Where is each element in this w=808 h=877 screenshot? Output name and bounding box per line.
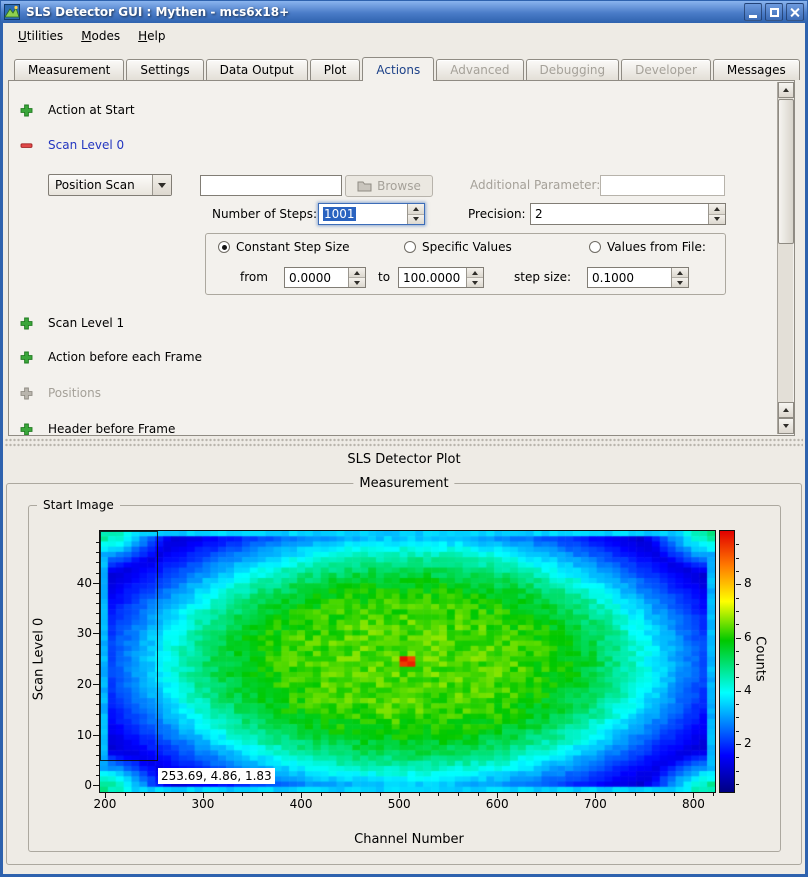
spin-up-down-buttons[interactable] [407, 204, 424, 224]
tab-actions[interactable]: Actions [362, 57, 434, 81]
tab-label: Data Output [220, 63, 294, 77]
scan-mode-combobox[interactable]: Position Scan [48, 174, 172, 196]
tab-label: Developer [635, 63, 697, 77]
specific-values-label[interactable]: Specific Values [422, 240, 512, 255]
header-before-frame-label[interactable]: Header before Frame [48, 422, 175, 436]
app-icon[interactable] [4, 4, 20, 20]
expand-plus-icon[interactable] [20, 317, 33, 330]
minimize-button[interactable] [744, 3, 762, 21]
close-icon [790, 7, 801, 18]
action-before-frame-label[interactable]: Action before each Frame [48, 350, 202, 365]
splitter-handle[interactable] [5, 438, 803, 448]
actions-panel: Action at Start Scan Level 0 Position Sc… [8, 80, 795, 436]
title-bar[interactable]: SLS Detector GUI : Mythen - mcs6x18+ [1, 1, 807, 23]
from-label: from [240, 270, 268, 285]
browse-button-label: Browse [377, 179, 421, 193]
tab-debugging: Debugging [526, 59, 620, 80]
additional-parameter-field [600, 175, 725, 196]
constant-step-label[interactable]: Constant Step Size [236, 240, 350, 255]
to-label: to [378, 270, 390, 285]
scan-mode-value: Position Scan [49, 175, 152, 195]
scroll-up-button[interactable] [778, 82, 794, 98]
tab-settings[interactable]: Settings [126, 59, 203, 80]
vertical-scrollbar[interactable] [777, 82, 793, 434]
from-value[interactable]: 0.0000 [285, 268, 348, 287]
action-at-start-label[interactable]: Action at Start [48, 103, 135, 118]
tab-label: Settings [140, 63, 189, 77]
expand-plus-icon-disabled [20, 387, 33, 400]
precision-label: Precision: [468, 207, 526, 222]
spin-up-down-buttons[interactable] [708, 204, 725, 224]
specific-values-radio[interactable] [404, 241, 416, 253]
chevron-down-icon[interactable] [152, 175, 171, 195]
expand-plus-icon[interactable] [20, 104, 33, 117]
collapse-minus-icon[interactable] [20, 139, 33, 152]
browse-button: Browse [345, 175, 433, 197]
tab-bar: Measurement Settings Data Output Plot Ac… [14, 58, 802, 80]
scrollbar-thumb[interactable] [778, 99, 794, 244]
heatmap-plot[interactable] [99, 530, 716, 793]
to-value[interactable]: 100.0000 [399, 268, 466, 287]
number-of-steps-value[interactable]: 1001 [323, 207, 356, 221]
tab-messages[interactable]: Messages [713, 59, 800, 80]
tab-measurement[interactable]: Measurement [14, 59, 124, 80]
close-button[interactable] [786, 3, 804, 21]
spin-up-down-buttons[interactable] [466, 268, 483, 287]
precision-value[interactable]: 2 [531, 204, 708, 224]
measurement-group-title: Measurement [353, 476, 454, 491]
spin-up-down-buttons[interactable] [671, 268, 688, 287]
constant-step-radio[interactable] [218, 241, 230, 253]
scan-level-1-label[interactable]: Scan Level 1 [48, 316, 124, 331]
number-of-steps-spinbox[interactable]: 1001 [318, 203, 425, 225]
values-from-file-label[interactable]: Values from File: [607, 240, 706, 255]
additional-parameter-label: Additional Parameter: [470, 178, 600, 193]
precision-spinbox[interactable]: 2 [530, 203, 726, 225]
maximize-button[interactable] [765, 3, 783, 21]
scroll-down-button[interactable] [778, 418, 794, 434]
client-area: Utilities Modes Help Measurement Setting… [3, 23, 805, 874]
scan-script-field[interactable] [200, 175, 342, 196]
tab-data-output[interactable]: Data Output [206, 59, 308, 80]
minimize-icon [749, 15, 757, 18]
scroll-up-button[interactable] [778, 402, 794, 418]
step-size-spinbox[interactable]: 0.1000 [587, 267, 689, 288]
start-image-group-title: Start Image [37, 498, 120, 513]
tab-developer: Developer [621, 59, 711, 80]
menu-help[interactable]: Help [129, 25, 174, 47]
tab-plot[interactable]: Plot [310, 59, 361, 80]
tab-label: Actions [376, 63, 420, 77]
positions-label: Positions [48, 386, 101, 401]
number-of-steps-label: Number of Steps: [200, 207, 317, 222]
expand-plus-icon[interactable] [20, 351, 33, 364]
tab-label: Measurement [28, 63, 110, 77]
to-spinbox[interactable]: 100.0000 [398, 267, 484, 288]
plot-dock-title: SLS Detector Plot [3, 452, 805, 467]
values-from-file-radio[interactable] [589, 241, 601, 253]
step-size-label: step size: [514, 270, 571, 285]
tab-label: Messages [727, 63, 786, 77]
expand-plus-icon[interactable] [20, 423, 33, 436]
folder-icon [357, 180, 372, 192]
spin-up-down-buttons[interactable] [348, 268, 365, 287]
maximize-icon [770, 8, 779, 17]
tab-label: Advanced [450, 63, 509, 77]
step-options-groupbox: Constant Step Size Specific Values Value… [205, 233, 726, 295]
from-spinbox[interactable]: 0.0000 [284, 267, 366, 288]
tab-label: Plot [324, 63, 347, 77]
app-window: SLS Detector GUI : Mythen - mcs6x18+ Uti… [0, 0, 808, 877]
scan-level-0-label[interactable]: Scan Level 0 [48, 138, 124, 153]
tab-advanced: Advanced [436, 59, 523, 80]
menu-bar: Utilities Modes Help [3, 23, 805, 49]
tab-label: Debugging [540, 63, 606, 77]
menu-utilities[interactable]: Utilities [9, 25, 72, 47]
window-title: SLS Detector GUI : Mythen - mcs6x18+ [23, 5, 741, 19]
radio-dot [222, 245, 227, 250]
step-size-value[interactable]: 0.1000 [588, 268, 671, 287]
menu-modes[interactable]: Modes [72, 25, 129, 47]
